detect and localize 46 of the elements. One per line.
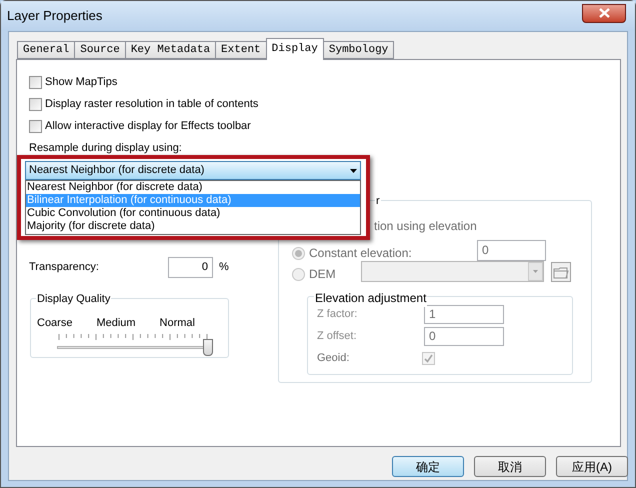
radio-button[interactable] [292,268,305,280]
tab[interactable]: Key Metadata [124,41,216,59]
checkbox[interactable] [29,98,42,110]
transparency-field[interactable]: 0 [168,257,213,278]
folder-icon [553,266,569,278]
dem-dropdown[interactable] [361,261,544,282]
input-field[interactable]: 1 [424,305,504,324]
resample-label: Resample during display using: [29,141,183,155]
checkbox-label: Display raster resolution in table of contents [45,96,258,112]
radio-button[interactable] [292,246,305,260]
checkbox[interactable] [29,76,42,88]
unit-label: % [219,260,229,276]
elevation-field[interactable]: 0 [477,240,546,261]
field-label: Z offset: [317,329,358,344]
dialog-button[interactable]: 确定 [392,456,464,477]
dialog-button[interactable]: 取消 [474,456,546,477]
field-label: Z factor: [317,307,358,322]
checkbox[interactable] [422,352,435,364]
checkbox[interactable] [29,120,42,132]
close-button[interactable] [582,4,626,22]
slider-thumb[interactable] [203,338,213,356]
list-item[interactable]: Cubic Convolution (for continuous data) [26,207,360,220]
browse-folder-button[interactable] [551,262,571,282]
list-item[interactable]: Nearest Neighbor (for discrete data) [26,181,360,194]
radio-label: DEM [309,266,336,283]
tab[interactable]: Symbology [322,41,394,59]
tab[interactable]: Extent [215,41,267,59]
slider-label: Coarse [37,316,72,331]
tab[interactable]: General [17,41,76,59]
transparency-label: Transparency: [29,260,100,276]
slider-label: Medium [96,316,136,331]
dialog-button[interactable]: 应用(A) [556,456,628,477]
input-field[interactable]: 0 [424,327,504,346]
window-title: Layer Properties [7,7,102,26]
group-title: Display Quality [36,291,112,308]
close-icon [598,8,610,18]
tab[interactable]: Display [266,38,324,60]
dropdown-arrow-icon [350,168,357,172]
list-item[interactable]: Majority (for discrete data) [26,220,360,233]
checkbox-label: Show MapTips [45,74,118,90]
tab[interactable]: Source [74,41,126,59]
radio-label: Constant elevation: [309,245,412,262]
slider-label: Normal [160,316,195,331]
resample-dropdown[interactable]: Nearest Neighbor (for discrete data) [25,161,361,180]
field-label: Geoid: [317,350,350,366]
checkbox-label: Allow interactive display for Effects toolbar [45,118,251,134]
